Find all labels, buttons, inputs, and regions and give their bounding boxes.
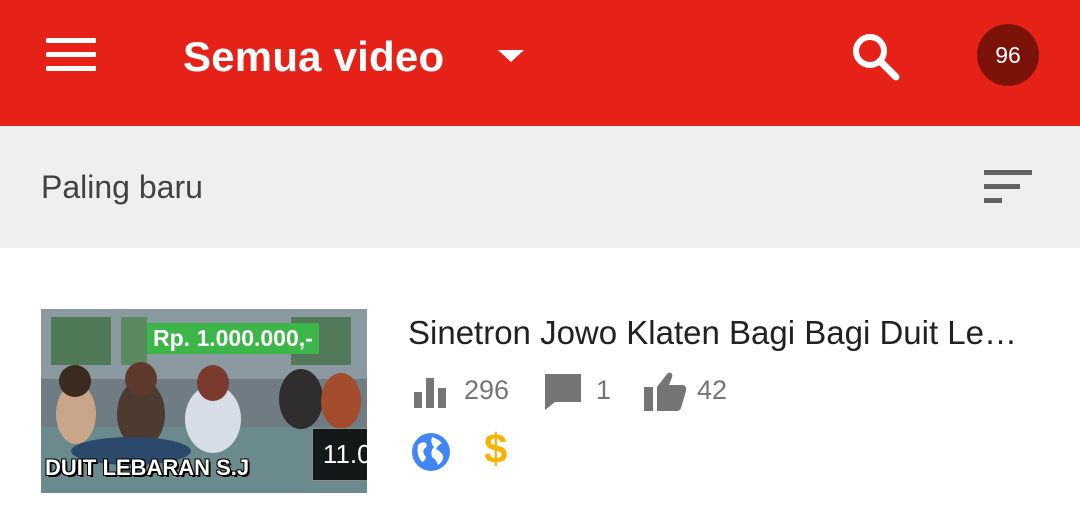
avatar[interactable]: 96: [977, 24, 1039, 86]
video-duration: 11.08: [312, 428, 367, 481]
video-thumbnail[interactable]: Rp. 1.000.000,- DUIT LEBARAN S.J 11.08: [41, 309, 367, 493]
app-bar: Semua video 96: [0, 0, 1080, 126]
video-title[interactable]: Sinetron Jowo Klaten Bagi Bagi Duit Le…: [408, 314, 1048, 352]
page-title[interactable]: Semua video: [183, 33, 444, 81]
list-item[interactable]: Rp. 1.000.000,- DUIT LEBARAN S.J 11.08 S…: [0, 248, 1080, 525]
likes-count: 42: [697, 375, 728, 405]
menu-icon[interactable]: [46, 38, 96, 72]
comment-icon: [545, 374, 581, 410]
dollar-icon: $: [484, 425, 508, 472]
sort-label[interactable]: Paling baru: [41, 169, 203, 206]
views-count: 296: [464, 375, 510, 405]
search-icon[interactable]: [849, 30, 901, 82]
thumbs-up-icon: [644, 372, 687, 411]
globe-icon: [412, 433, 450, 471]
dropdown-icon[interactable]: [498, 50, 524, 62]
comments-count: 1: [596, 375, 612, 405]
thumbnail-badge: Rp. 1.000.000,-: [147, 323, 319, 354]
thumbnail-caption: DUIT LEBARAN S.J: [45, 455, 250, 480]
sort-icon[interactable]: [984, 170, 1032, 204]
views-icon: [414, 378, 446, 408]
sort-bar: Paling baru: [0, 126, 1080, 248]
